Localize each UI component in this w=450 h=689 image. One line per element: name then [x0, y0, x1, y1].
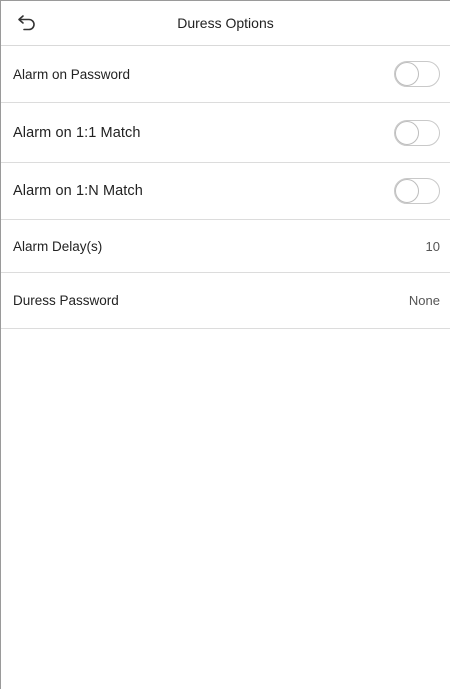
toggle-knob — [395, 179, 419, 203]
alarm-on-1-1-match-toggle[interactable] — [394, 119, 440, 146]
row-label: Duress Password — [13, 293, 119, 308]
row-alarm-on-1-1-match[interactable]: Alarm on 1:1 Match — [1, 103, 450, 163]
back-arrow-icon — [18, 15, 35, 31]
row-duress-password[interactable]: Duress Password None — [1, 273, 450, 329]
alarm-on-password-toggle[interactable] — [394, 61, 440, 87]
alarm-delay-value: 10 — [425, 238, 440, 254]
back-button[interactable] — [15, 11, 39, 35]
toggle-knob — [395, 120, 419, 145]
duress-options-screen: Duress Options Alarm on Password Alarm o… — [0, 0, 450, 689]
row-alarm-delay[interactable]: Alarm Delay(s) 10 — [1, 220, 450, 273]
page-title: Duress Options — [177, 15, 274, 31]
row-label: Alarm on 1:N Match — [13, 183, 143, 199]
row-label: Alarm on 1:1 Match — [13, 124, 141, 141]
row-alarm-on-password[interactable]: Alarm on Password — [1, 46, 450, 103]
row-alarm-on-1-n-match[interactable]: Alarm on 1:N Match — [1, 163, 450, 220]
row-label: Alarm Delay(s) — [13, 238, 103, 254]
header-bar: Duress Options — [1, 1, 450, 46]
alarm-on-1-n-match-toggle[interactable] — [394, 178, 440, 204]
toggle-knob — [395, 62, 419, 86]
duress-password-value: None — [408, 293, 440, 308]
row-label: Alarm on Password — [13, 66, 131, 82]
